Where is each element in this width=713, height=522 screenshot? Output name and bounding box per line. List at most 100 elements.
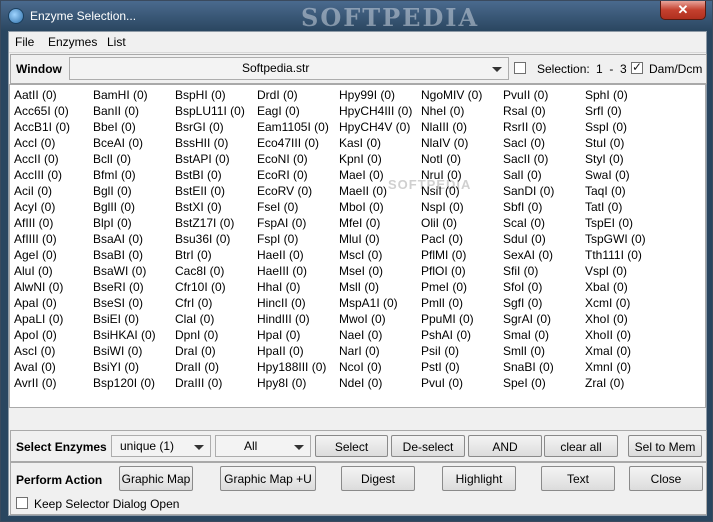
select-button[interactable]: Select (315, 435, 388, 457)
enzyme-item[interactable]: SphI (0) (585, 88, 628, 102)
enzyme-item[interactable]: AfIIII (0) (14, 232, 57, 246)
enzyme-item[interactable]: PvuII (0) (503, 88, 548, 102)
enzyme-item[interactable]: BspHI (0) (175, 88, 226, 102)
enzyme-item[interactable]: VspI (0) (585, 264, 627, 278)
enzyme-item[interactable]: BglI (0) (93, 184, 132, 198)
enzyme-item[interactable]: MluI (0) (339, 232, 380, 246)
enzyme-item[interactable]: SmaI (0) (503, 328, 549, 342)
enzyme-item[interactable]: TatI (0) (585, 200, 622, 214)
enzyme-item[interactable]: BssHII (0) (175, 136, 228, 150)
enzyme-item[interactable]: SmlI (0) (503, 344, 545, 358)
menu-enzymes[interactable]: Enzymes (48, 35, 97, 49)
keep-open-checkbox[interactable] (16, 497, 28, 509)
enzyme-item[interactable]: Hpy8I (0) (257, 376, 306, 390)
enzyme-item[interactable]: BsaBI (0) (93, 248, 143, 262)
enzyme-item[interactable]: PflMI (0) (421, 248, 466, 262)
enzyme-item[interactable]: SwaI (0) (585, 168, 630, 182)
enzyme-item[interactable]: XmnI (0) (585, 360, 631, 374)
title-bar[interactable]: Enzyme Selection... SOFTPEDIA ✕ (1, 1, 712, 32)
enzyme-item[interactable]: DraIII (0) (175, 376, 222, 390)
enzyme-item[interactable]: MseI (0) (339, 264, 383, 278)
enzyme-item[interactable]: FseI (0) (257, 200, 298, 214)
enzyme-item[interactable]: AlwNI (0) (14, 280, 63, 294)
enzyme-item[interactable]: SanDI (0) (503, 184, 554, 198)
enzyme-item[interactable]: NaeI (0) (339, 328, 382, 342)
enzyme-item[interactable]: PshAI (0) (421, 328, 471, 342)
close-window-button[interactable]: ✕ (660, 1, 706, 20)
enzyme-item[interactable]: SduI (0) (503, 232, 546, 246)
enzyme-item[interactable]: NcoI (0) (339, 360, 382, 374)
enzyme-item[interactable]: BclI (0) (93, 152, 131, 166)
enzyme-item[interactable]: SbfI (0) (503, 200, 542, 214)
enzyme-item[interactable]: BglII (0) (93, 200, 135, 214)
enzyme-item[interactable]: HpaII (0) (257, 344, 304, 358)
enzyme-item[interactable]: HpyCH4III (0) (339, 104, 412, 118)
enzyme-item[interactable]: AgeI (0) (14, 248, 57, 262)
digest-button[interactable]: Digest (341, 466, 415, 491)
enzyme-item[interactable]: BtrI (0) (175, 248, 212, 262)
enzyme-item[interactable]: Cac8I (0) (175, 264, 224, 278)
enzyme-item[interactable]: AvrII (0) (14, 376, 56, 390)
enzyme-item[interactable]: CfrI (0) (175, 296, 212, 310)
enzyme-item[interactable]: SrfI (0) (585, 104, 622, 118)
enzyme-item[interactable]: MscI (0) (339, 248, 382, 262)
enzyme-item[interactable]: NheI (0) (421, 104, 464, 118)
enzyme-item[interactable]: DraII (0) (175, 360, 219, 374)
graphic-map-button[interactable]: Graphic Map (119, 466, 193, 491)
enzyme-item[interactable]: Acc65I (0) (14, 104, 69, 118)
enzyme-item[interactable]: BfmI (0) (93, 168, 136, 182)
enzyme-item[interactable]: NsiI (0) (421, 184, 460, 198)
enzyme-item[interactable]: Eco47III (0) (257, 136, 319, 150)
enzyme-item[interactable]: BsaAI (0) (93, 232, 143, 246)
enzyme-item[interactable]: BlpI (0) (93, 216, 132, 230)
enzyme-item[interactable]: NspI (0) (421, 200, 464, 214)
enzyme-item[interactable]: BstBI (0) (175, 168, 222, 182)
enzyme-item[interactable]: SgfI (0) (503, 296, 542, 310)
enzyme-item[interactable]: Hpy99I (0) (339, 88, 395, 102)
enzyme-item[interactable]: PflOI (0) (421, 264, 466, 278)
enzyme-item[interactable]: HpaI (0) (257, 328, 300, 342)
enzyme-item[interactable]: MspA1I (0) (339, 296, 398, 310)
enzyme-item[interactable]: TspGWI (0) (585, 232, 646, 246)
enzyme-item[interactable]: BamHI (0) (93, 88, 148, 102)
enzyme-item[interactable]: MfeI (0) (339, 216, 380, 230)
enzyme-item[interactable]: AccIII (0) (14, 168, 62, 182)
enzyme-item[interactable]: AscI (0) (14, 344, 55, 358)
enzyme-item[interactable]: PpuMI (0) (421, 312, 474, 326)
sel-to-mem-button[interactable]: Sel to Mem (628, 435, 702, 457)
enzyme-item[interactable]: HincII (0) (257, 296, 306, 310)
enzyme-item[interactable]: BstXI (0) (175, 200, 222, 214)
enzyme-item[interactable]: SgrAI (0) (503, 312, 551, 326)
window-combo[interactable]: Softpedia.str (69, 57, 509, 80)
enzyme-item[interactable]: NlaIII (0) (421, 120, 467, 134)
enzyme-item[interactable]: HpyCH4V (0) (339, 120, 410, 134)
enzyme-item[interactable]: BsaWI (0) (93, 264, 146, 278)
enzyme-item[interactable]: NdeI (0) (339, 376, 382, 390)
and-button[interactable]: AND (468, 435, 542, 457)
enzyme-item[interactable]: Hpy188III (0) (257, 360, 326, 374)
enzyme-item[interactable]: AfIII (0) (14, 216, 53, 230)
enzyme-item[interactable]: NruI (0) (421, 168, 462, 182)
enzyme-item[interactable]: EagI (0) (257, 104, 300, 118)
enzyme-item[interactable]: PsiI (0) (421, 344, 459, 358)
enzyme-item[interactable]: SfoI (0) (503, 280, 542, 294)
enzyme-item[interactable]: KpnI (0) (339, 152, 382, 166)
enzyme-item[interactable]: HhaI (0) (257, 280, 300, 294)
enzyme-item[interactable]: EcoRI (0) (257, 168, 308, 182)
enzyme-item[interactable]: MslI (0) (339, 280, 379, 294)
enzyme-item[interactable]: OliI (0) (421, 216, 457, 230)
enzyme-item[interactable]: XcmI (0) (585, 296, 630, 310)
enzyme-item[interactable]: XbaI (0) (585, 280, 628, 294)
close-button[interactable]: Close (629, 466, 703, 491)
enzyme-item[interactable]: BsiWI (0) (93, 344, 142, 358)
enzyme-item[interactable]: MaeI (0) (339, 168, 384, 182)
enzyme-item[interactable]: AatII (0) (14, 88, 57, 102)
enzyme-item[interactable]: BceAI (0) (93, 136, 143, 150)
enzyme-item[interactable]: SacII (0) (503, 152, 548, 166)
enzyme-item[interactable]: BsiHKAI (0) (93, 328, 156, 342)
enzyme-item[interactable]: FspI (0) (257, 232, 298, 246)
enzyme-item[interactable]: Cfr10I (0) (175, 280, 226, 294)
enzyme-item[interactable]: SalI (0) (503, 168, 542, 182)
enzyme-item[interactable]: BsiYI (0) (93, 360, 139, 374)
enzyme-item[interactable]: AccI (0) (14, 136, 55, 150)
